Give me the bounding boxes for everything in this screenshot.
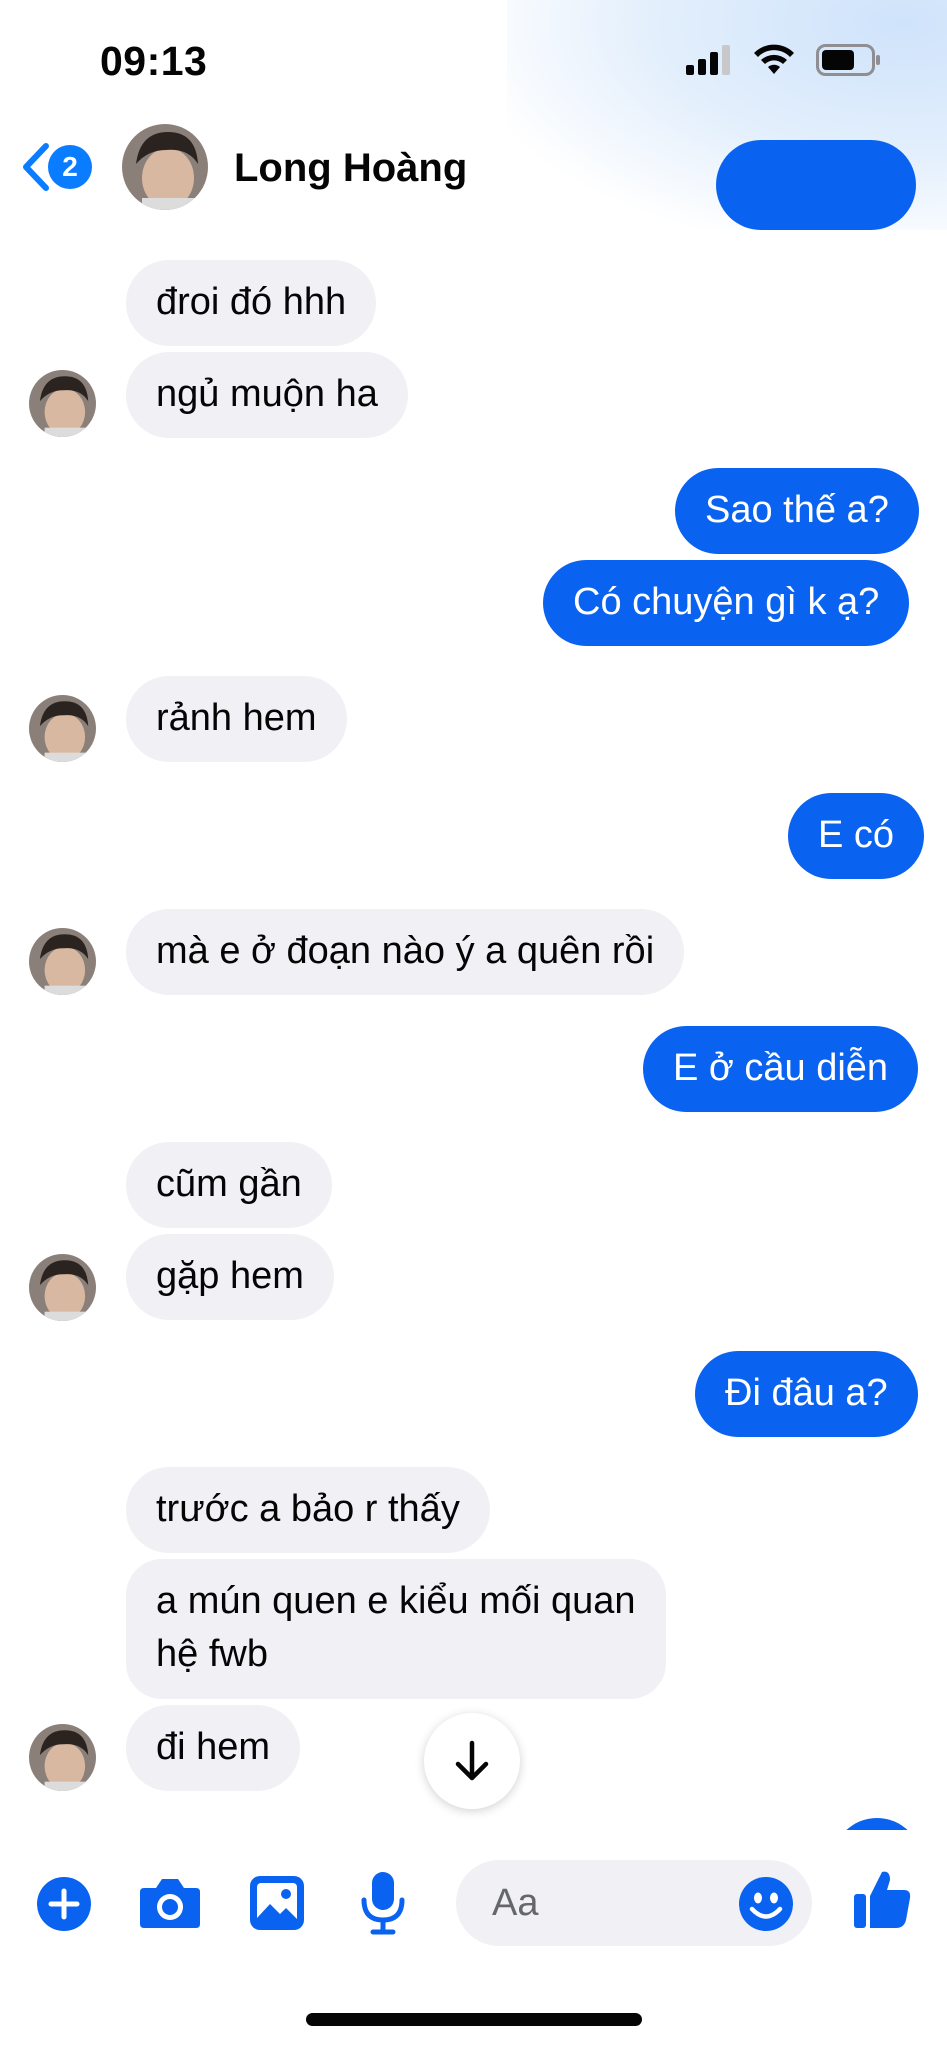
message-outgoing[interactable]: E có — [788, 793, 925, 879]
message-text: E có — [818, 814, 895, 856]
arrow-down-icon — [455, 1740, 489, 1781]
message-text: rảnh hem — [156, 697, 317, 739]
message-incoming[interactable]: gặp hem — [126, 1234, 334, 1320]
message-incoming[interactable]: rảnh hem — [126, 676, 347, 762]
message-outgoing[interactable]: Có chuyện gì k ạ? — [543, 560, 910, 646]
emoji-button[interactable] — [738, 1876, 794, 1937]
camera-icon — [140, 1879, 200, 1928]
status-icons — [686, 44, 882, 76]
contact-avatar[interactable] — [122, 124, 208, 210]
unread-badge: 2 — [48, 145, 92, 189]
message-text: mà e ở đoạn nào ý a quên rồi — [156, 930, 655, 972]
voice-message-button[interactable] — [360, 1870, 406, 1941]
message-outgoing[interactable]: Đi đâu a? — [695, 1351, 918, 1437]
gallery-button[interactable] — [248, 1874, 306, 1937]
message-outgoing[interactable]: E ở cầu diễn — [643, 1026, 919, 1112]
plus-icon — [37, 1877, 91, 1931]
sender-avatar[interactable] — [29, 695, 96, 762]
message-input-placeholder: Aa — [492, 1882, 539, 1924]
message-incoming[interactable]: a mún quen e kiểu mối quan hệ fwb — [126, 1559, 666, 1699]
message-text: đroi đó hhh — [156, 281, 347, 323]
message-incoming[interactable]: mà e ở đoạn nào ý a quên rồi — [126, 909, 685, 995]
status-time: 09:13 — [100, 38, 208, 84]
message-text: gặp hem — [156, 1255, 304, 1297]
message-incoming[interactable]: đi hem — [126, 1705, 301, 1791]
signal-icon — [686, 45, 730, 75]
message-incoming[interactable]: trước a bảo r thấy — [126, 1467, 490, 1553]
message-incoming[interactable]: cũm gần — [126, 1142, 332, 1228]
thumbs-up-icon — [854, 1871, 911, 1928]
message-text: đi hem — [156, 1726, 271, 1768]
message-text-line: hệ fwb — [156, 1633, 268, 1675]
back-button[interactable]: 2 — [20, 142, 92, 192]
camera-button[interactable] — [138, 1876, 202, 1935]
gallery-icon — [250, 1876, 304, 1930]
message-incoming[interactable]: đroi đó hhh — [126, 260, 377, 346]
battery-icon — [816, 44, 880, 76]
message-incoming[interactable]: ngủ muộn ha — [126, 352, 408, 438]
sender-avatar[interactable] — [29, 370, 96, 437]
message-text: cũm gần — [156, 1163, 302, 1205]
message-text: ngủ muộn ha — [156, 373, 378, 415]
messenger-chat-screen: 09:13 2 Long Hoàng đroi đó hhh ngủ muộn … — [0, 0, 947, 2048]
contact-name[interactable]: Long Hoàng — [234, 146, 467, 191]
message-outgoing[interactable]: Sao thế a? — [675, 468, 919, 554]
sender-avatar[interactable] — [29, 928, 96, 995]
message-text: Có chuyện gì k ạ? — [573, 581, 880, 623]
message-text: E ở cầu diễn — [673, 1047, 889, 1089]
emoji-icon — [739, 1877, 793, 1931]
message-text: Đi đâu a? — [725, 1372, 888, 1414]
sender-avatar[interactable] — [29, 1724, 96, 1791]
like-button[interactable] — [852, 1868, 912, 1935]
microphone-icon — [361, 1872, 405, 1935]
message-text: trước a bảo r thấy — [156, 1488, 460, 1530]
more-actions-button[interactable] — [36, 1876, 92, 1937]
message-text-line: a mún quen e kiểu mối quan — [156, 1580, 636, 1622]
message-text: Sao thế a? — [705, 489, 889, 531]
home-indicator — [306, 2013, 642, 2026]
message-bubble-partial[interactable] — [716, 140, 916, 230]
sender-avatar[interactable] — [29, 1254, 96, 1321]
scroll-to-bottom-button[interactable] — [424, 1713, 520, 1809]
wifi-icon — [754, 44, 794, 74]
